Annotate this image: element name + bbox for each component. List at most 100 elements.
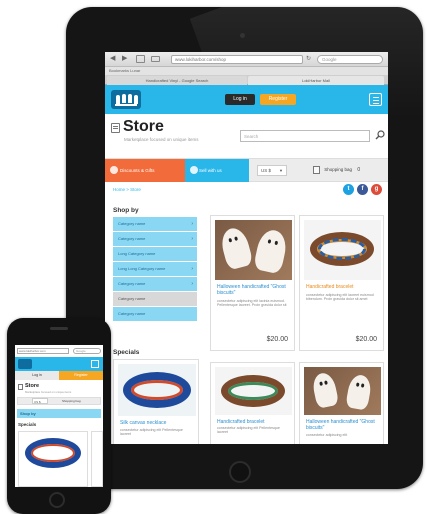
phone-site-logo[interactable]	[18, 359, 32, 369]
specials-heading: Specials	[113, 349, 140, 356]
tabs-icon[interactable]	[151, 56, 160, 62]
browser-tab[interactable]: Handicrafted Vinyl - Google Search	[107, 76, 247, 85]
product-name[interactable]: Handicrafted bracelet	[217, 419, 289, 425]
product-name[interactable]: Halloween handicrafted "Ghost biscuits"	[217, 284, 289, 296]
product-name[interactable]: Silk canvas necklace	[120, 420, 194, 426]
category-item[interactable]: Category name ›	[113, 232, 197, 246]
page-title: Store	[123, 118, 164, 135]
breadcrumb[interactable]: Home > Store	[113, 187, 141, 192]
shopping-bag-label: Shopping bag	[324, 167, 353, 172]
bag-count: 0	[357, 167, 361, 173]
facebook-icon[interactable]: f	[357, 184, 368, 195]
product-description: consectetur adipiscing elit lacinia euis…	[217, 299, 287, 308]
tablet-screen: ◀ ▶ www.lokiharbor.com/shop ↻ Google Boo…	[105, 52, 388, 444]
menu-icon[interactable]	[369, 93, 382, 106]
product-description: consectetur adipiscing elit laoreet euis…	[306, 293, 374, 302]
category-item[interactable]: Category name	[113, 307, 197, 321]
product-image	[215, 367, 292, 415]
google-plus-icon[interactable]: g	[371, 184, 382, 195]
product-image	[304, 220, 381, 280]
site-logo[interactable]	[111, 90, 141, 109]
category-item[interactable]: Category name ›	[113, 217, 197, 231]
sell-with-us-button[interactable]: Sell with us	[185, 159, 249, 182]
sell-icon	[190, 166, 198, 174]
phone-auth-buttons: Log in Register	[15, 371, 103, 380]
product-price: $20.00	[355, 336, 377, 343]
product-card[interactable]: Handicrafted bracelet consectetur adipis…	[299, 215, 384, 351]
category-item[interactable]: Long Category name	[113, 247, 197, 261]
shopping-bag-button[interactable]: Shopping bag 0	[313, 163, 360, 177]
phone-special-card[interactable]	[18, 431, 88, 487]
gift-icon	[110, 166, 118, 174]
sell-label: Sell with us	[199, 168, 222, 173]
phone-login-button[interactable]: Log in	[15, 371, 59, 380]
product-description: consectetur adipiscing elit	[306, 433, 348, 437]
product-name[interactable]: Halloween handicrafted "Ghost biscuits"	[306, 419, 378, 431]
phone-register-button[interactable]: Register	[59, 371, 103, 380]
currency-select[interactable]: US $ ▼	[257, 165, 287, 176]
phone-shopping-bag[interactable]: Shopping bag	[62, 398, 81, 404]
product-price: $20.00	[266, 336, 288, 343]
bookmark-bar: Bookmarks Lunar	[105, 67, 388, 75]
phone-screen: www.lokiharbor.com Google Log in Registe…	[15, 345, 103, 487]
chevron-down-icon: ▼	[279, 168, 283, 173]
product-image	[215, 220, 292, 280]
phone-search-field[interactable]: Google	[73, 348, 101, 354]
phone-special-card[interactable]	[91, 431, 103, 487]
tablet-camera	[240, 33, 245, 38]
category-item[interactable]: Category name ›	[113, 277, 197, 291]
bookmarks-icon[interactable]	[136, 55, 145, 63]
product-description: consectetur adipiscing elit Pellentesque…	[217, 426, 280, 435]
phone-site-header	[15, 357, 103, 371]
category-item[interactable]: Long Long Category name ›	[113, 262, 197, 276]
phone-page-subtitle: Marketplace focused on unique items	[25, 390, 72, 394]
special-card[interactable]: Handicrafted bracelet consectetur adipis…	[210, 362, 295, 444]
product-image	[304, 367, 381, 415]
store-icon	[111, 123, 120, 133]
chevron-right-icon: ›	[191, 266, 193, 272]
browser-tab[interactable]: LokiHarbor Mall	[248, 76, 384, 85]
discounts-label: Discounts & Gifts	[120, 168, 155, 173]
search-input[interactable]: Search	[240, 130, 370, 142]
site-header: Log in Register	[105, 85, 388, 114]
phone-specials-heading: Specials	[18, 422, 37, 427]
special-card[interactable]: Silk canvas necklace consectetur adipisc…	[113, 359, 199, 444]
product-image	[118, 364, 196, 416]
back-arrow-icon[interactable]: ◀	[110, 55, 115, 63]
product-card[interactable]: Halloween handicrafted "Ghost biscuits" …	[210, 215, 295, 351]
reload-icon[interactable]: ↻	[306, 55, 311, 63]
product-name[interactable]: Handicrafted bracelet	[306, 284, 378, 290]
forward-arrow-icon[interactable]: ▶	[122, 55, 127, 63]
phone-page-title: Store	[25, 383, 40, 389]
phone-shop-by-dropdown[interactable]: Shop by	[17, 409, 101, 418]
chevron-right-icon: ›	[191, 221, 193, 227]
special-card[interactable]: Halloween handicrafted "Ghost biscuits" …	[299, 362, 384, 444]
register-button[interactable]: Register	[260, 94, 296, 105]
search-icon[interactable]	[375, 130, 385, 140]
twitter-icon[interactable]: t	[343, 184, 354, 195]
browser-tab-strip: Handicrafted Vinyl - Google Search LokiH…	[105, 75, 388, 85]
tablet-home-button[interactable]	[229, 461, 251, 483]
phone-store-icon	[18, 384, 23, 390]
phone-menu-icon[interactable]	[91, 360, 99, 368]
phone-currency-select[interactable]: US $	[32, 398, 48, 404]
shopping-bag-icon	[313, 165, 320, 174]
chevron-right-icon: ›	[191, 236, 193, 242]
chevron-right-icon: ›	[191, 281, 193, 287]
page-subtitle: Marketplace focused on unique items	[124, 137, 199, 142]
browser-search-field[interactable]: Google	[317, 55, 383, 64]
phone-speaker	[50, 327, 68, 330]
login-button[interactable]: Log in	[225, 94, 255, 105]
phone-url-bar[interactable]: www.lokiharbor.com	[17, 348, 69, 354]
phone-device: www.lokiharbor.com Google Log in Registe…	[7, 318, 111, 514]
url-bar[interactable]: www.lokiharbor.com/shop	[171, 55, 303, 64]
shop-by-heading: Shop by	[113, 207, 139, 214]
category-list: Category name › Category name › Long Categ…	[113, 217, 197, 322]
phone-home-button[interactable]	[49, 492, 65, 508]
store-toolbar: Discounts & Gifts Sell with us US $ ▼ Sh…	[105, 158, 388, 182]
category-item[interactable]: Category name	[113, 292, 197, 306]
discounts-gifts-button[interactable]: Discounts & Gifts	[105, 159, 185, 182]
tablet-device: ◀ ▶ www.lokiharbor.com/shop ↻ Google Boo…	[66, 7, 423, 489]
product-description: consectetur adipiscing elit Pellentesque…	[120, 428, 183, 437]
browser-toolbar: ◀ ▶ www.lokiharbor.com/shop ↻ Google	[105, 52, 388, 67]
